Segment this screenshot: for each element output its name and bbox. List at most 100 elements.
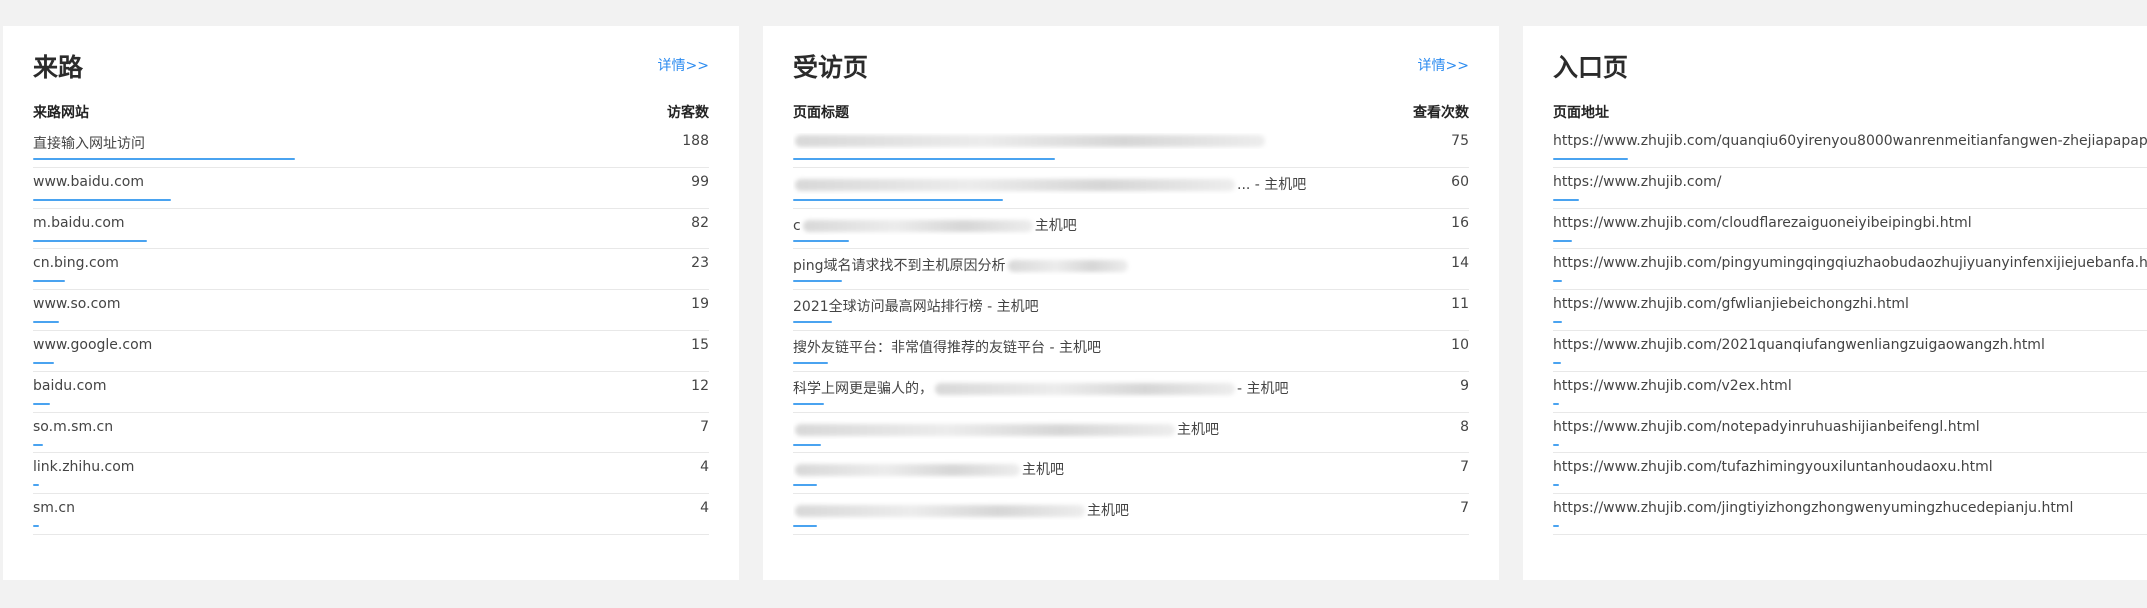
entry-pages-panel: 入口页 页面地址 https://www.zhujib.com/quanqiu6… <box>1523 26 2147 580</box>
page-title: 科学上网更是骗人的， - 主机吧 <box>793 378 1379 398</box>
table-row: 直接输入网址访问 188 <box>33 127 709 168</box>
column-header-site: 来路网站 <box>33 105 89 121</box>
table-row: 科学上网更是骗人的， - 主机吧 9 <box>793 372 1469 413</box>
progress-bar <box>793 321 832 324</box>
blurred-text <box>802 219 1033 232</box>
title-text-start: ping域名请求找不到主机原因分析 <box>793 258 1006 275</box>
page-title: 主机吧 <box>793 500 1379 520</box>
title-text-end: 主机吧 <box>1034 217 1077 234</box>
table-row: m.baidu.com 82 <box>33 209 709 250</box>
progress-bar <box>793 361 828 364</box>
table-row: ping域名请求找不到主机原因分析 14 <box>793 249 1469 291</box>
entry-page-url: https://www.zhujib.com/2021quanqiufangwe… <box>1553 336 2045 353</box>
panel-title: 受访页 <box>793 53 869 82</box>
title-text-end: 主机吧 <box>1177 421 1219 438</box>
entry-page-url: https://www.zhujib.com/ <box>1553 173 1722 190</box>
page-title: 主机吧 <box>793 419 1379 439</box>
view-count: 10 <box>1451 336 1469 353</box>
title-text-end: 主机吧 <box>1022 462 1064 479</box>
progress-bar <box>33 361 54 364</box>
view-count: 16 <box>1451 214 1469 231</box>
details-link[interactable]: 详情>> <box>1418 55 1469 75</box>
progress-bar <box>33 280 65 283</box>
title-text-start: 2021全球访问最高网站排行榜 - 主机吧 <box>793 299 1039 316</box>
entry-page-url: https://www.zhujib.com/cloudflarezaiguon… <box>1553 214 1972 231</box>
title-text-start: c <box>793 217 801 234</box>
entry-page-url: https://www.zhujib.com/jingtiyizhongzhon… <box>1553 500 2074 517</box>
visitor-count: 4 <box>700 459 709 476</box>
progress-bar <box>1553 198 1579 201</box>
blurred-text <box>795 178 1235 191</box>
progress-bar <box>33 198 171 201</box>
blurred-text <box>1007 260 1128 273</box>
entry-pages-list: https://www.zhujib.com/quanqiu60yirenyou… <box>1553 127 2147 535</box>
visitor-count: 7 <box>700 418 709 435</box>
title-text-end: ... - 主机吧 <box>1237 176 1307 193</box>
progress-bar <box>793 198 1003 201</box>
table-header: 页面标题 查看次数 <box>793 102 1469 124</box>
blurred-text <box>795 423 1175 436</box>
panel-title: 入口页 <box>1553 53 1629 82</box>
view-count: 60 <box>1451 173 1469 190</box>
table-row: sm.cn 4 <box>33 494 709 535</box>
referrer-site: so.m.sm.cn <box>33 418 114 435</box>
entry-page-url: https://www.zhujib.com/gfwlianjiebeichon… <box>1553 296 1909 313</box>
referrer-site: www.so.com <box>33 296 121 313</box>
progress-bar <box>793 280 842 283</box>
progress-bar <box>33 525 39 528</box>
table-row: https://www.zhujib.com/gfwlianjiebeichon… <box>1553 290 2147 331</box>
table-row: https://www.zhujib.com/jingtiyizhongzhon… <box>1553 494 2147 535</box>
table-row: https://www.zhujib.com/v2ex.html <box>1553 372 2147 413</box>
visitor-count: 4 <box>700 500 709 517</box>
progress-bar <box>33 484 39 487</box>
progress-bar <box>1553 361 1561 364</box>
view-count: 7 <box>1460 459 1469 476</box>
table-row: c 主机吧 16 <box>793 209 1469 250</box>
blurred-text <box>935 382 1235 395</box>
progress-bar <box>33 321 59 324</box>
visitor-count: 188 <box>682 133 709 149</box>
entry-page-url: https://www.zhujib.com/pingyumingqingqiu… <box>1553 255 2147 272</box>
details-link[interactable]: 详情>> <box>658 55 709 75</box>
table-row: 主机吧 8 <box>793 413 1469 454</box>
referrer-panel: 来路 详情>> 来路网站 访客数 直接输入网址访问 188 www.baidu.c… <box>3 26 739 580</box>
panel-title: 来路 <box>33 53 84 82</box>
title-text-start: 科学上网更是骗人的， <box>793 380 933 397</box>
page-title: 主机吧 <box>793 459 1379 479</box>
blurred-text <box>795 505 1085 518</box>
view-count: 11 <box>1451 296 1469 313</box>
blurred-text <box>795 464 1020 477</box>
blurred-text <box>795 135 1265 147</box>
column-header-page-url: 页面地址 <box>1553 105 1609 121</box>
page-title: 搜外友链平台：非常值得推荐的友链平台 - 主机吧 <box>793 337 1379 357</box>
table-header: 来路网站 访客数 <box>33 102 709 124</box>
table-row: https://www.zhujib.com/cloudflarezaiguon… <box>1553 209 2147 250</box>
visited-pages-panel: 受访页 详情>> 页面标题 查看次数 75 ... - 主机吧 60 c 主机吧 16… <box>763 26 1499 580</box>
table-row: so.m.sm.cn 7 <box>33 413 709 454</box>
table-row: 搜外友链平台：非常值得推荐的友链平台 - 主机吧 10 <box>793 331 1469 372</box>
entry-page-url: https://www.zhujib.com/v2ex.html <box>1553 377 1792 394</box>
progress-bar <box>1553 239 1572 242</box>
page-title: c 主机吧 <box>793 215 1379 235</box>
progress-bar <box>1553 402 1559 405</box>
referrer-site: www.baidu.com <box>33 173 144 190</box>
table-row: www.google.com 15 <box>33 331 709 372</box>
table-row: https://www.zhujib.com/quanqiu60yirenyou… <box>1553 127 2147 168</box>
progress-bar <box>793 525 817 528</box>
referrer-site: baidu.com <box>33 377 107 394</box>
table-row: cn.bing.com 23 <box>33 249 709 291</box>
visited-pages-list: 75 ... - 主机吧 60 c 主机吧 16 ping域名请求找不到主机原因分析 1… <box>793 127 1469 535</box>
entry-page-url: https://www.zhujib.com/quanqiu60yirenyou… <box>1553 133 2147 149</box>
table-row: https://www.zhujib.com/notepadyinruhuash… <box>1553 413 2147 454</box>
progress-bar <box>1553 443 1559 446</box>
progress-bar <box>33 402 50 405</box>
page-title: ... - 主机吧 <box>793 174 1379 194</box>
progress-bar <box>793 402 824 405</box>
entry-page-url: https://www.zhujib.com/tufazhimingyouxil… <box>1553 459 1993 476</box>
referrer-list: 直接输入网址访问 188 www.baidu.com 99 m.baidu.com 8… <box>33 127 709 535</box>
column-header-visitors: 访客数 <box>667 105 709 121</box>
table-row: 主机吧 7 <box>793 453 1469 495</box>
table-row: baidu.com 12 <box>33 372 709 413</box>
table-row: ... - 主机吧 60 <box>793 168 1469 209</box>
column-header-page-title: 页面标题 <box>793 105 849 121</box>
